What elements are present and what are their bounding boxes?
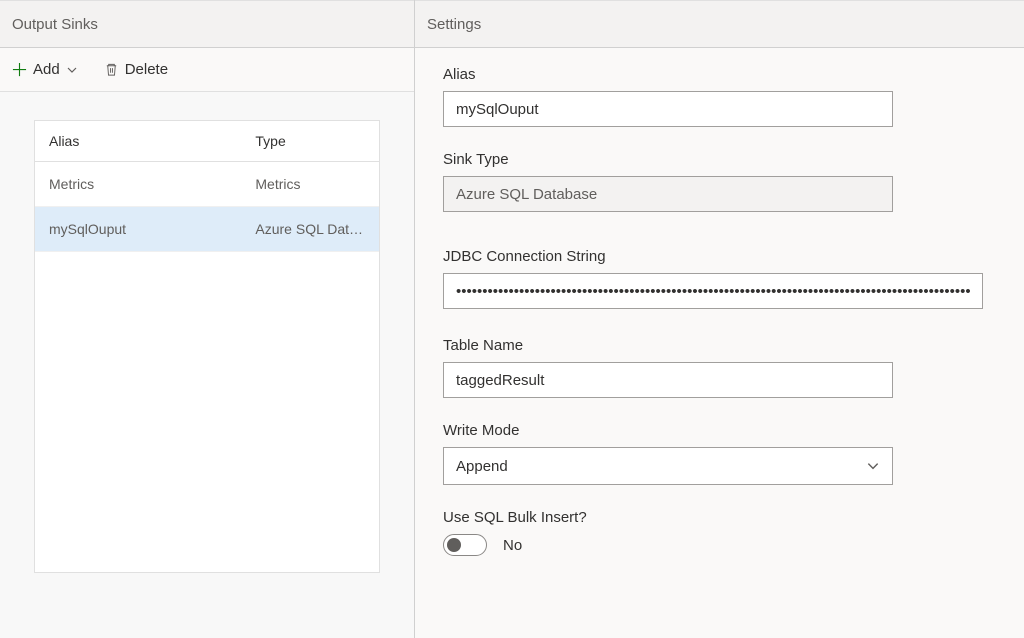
row-type: Azure SQL Datab... (241, 207, 379, 251)
sink-type-group: Sink Type (443, 151, 996, 212)
table-filler (35, 252, 379, 572)
header-type: Type (241, 121, 379, 161)
bulk-insert-toggle[interactable] (443, 534, 487, 556)
jdbc-input[interactable] (443, 273, 983, 309)
output-sinks-toolbar: Add Delete (0, 48, 414, 92)
write-mode-select[interactable]: Append (443, 447, 893, 485)
table-row[interactable]: Metrics Metrics (35, 162, 379, 207)
trash-icon (104, 62, 119, 77)
delete-button-label: Delete (125, 61, 168, 78)
settings-title: Settings (427, 16, 481, 33)
output-sinks-panel: Output Sinks Add Delete (0, 0, 415, 638)
sink-table: Alias Type Metrics Metrics mySqlOuput Az… (34, 120, 380, 573)
write-mode-label: Write Mode (443, 422, 996, 439)
add-button-label: Add (33, 61, 60, 78)
output-sinks-title: Output Sinks (12, 16, 98, 33)
alias-label: Alias (443, 66, 996, 83)
toggle-knob (447, 538, 461, 552)
table-name-label: Table Name (443, 337, 996, 354)
alias-group: Alias (443, 66, 996, 127)
table-name-group: Table Name (443, 337, 996, 398)
sink-table-container: Alias Type Metrics Metrics mySqlOuput Az… (0, 92, 414, 601)
jdbc-label: JDBC Connection String (443, 248, 996, 265)
row-type: Metrics (241, 162, 379, 206)
alias-input[interactable] (443, 91, 893, 127)
row-alias: Metrics (35, 162, 241, 206)
settings-panel: Settings Alias Sink Type JDBC Connection… (415, 0, 1024, 638)
sink-type-label: Sink Type (443, 151, 996, 168)
settings-form: Alias Sink Type JDBC Connection String T… (415, 48, 1024, 598)
add-button[interactable]: Add (8, 57, 82, 82)
header-alias: Alias (35, 121, 241, 161)
sink-type-input[interactable] (443, 176, 893, 212)
row-alias: mySqlOuput (35, 207, 241, 251)
output-sinks-header: Output Sinks (0, 0, 414, 48)
write-mode-group: Write Mode Append (443, 422, 996, 485)
plus-icon (12, 62, 27, 77)
chevron-down-icon (866, 459, 880, 473)
jdbc-group: JDBC Connection String (443, 248, 996, 309)
bulk-insert-value: No (503, 537, 522, 554)
chevron-down-icon (66, 64, 78, 76)
table-row[interactable]: mySqlOuput Azure SQL Datab... (35, 207, 379, 252)
bulk-insert-group: Use SQL Bulk Insert? No (443, 509, 996, 556)
table-name-input[interactable] (443, 362, 893, 398)
bulk-insert-toggle-row: No (443, 534, 996, 556)
settings-header: Settings (415, 0, 1024, 48)
delete-button[interactable]: Delete (100, 57, 172, 82)
sink-table-header: Alias Type (35, 121, 379, 162)
bulk-insert-label: Use SQL Bulk Insert? (443, 509, 996, 526)
write-mode-value: Append (456, 458, 508, 475)
